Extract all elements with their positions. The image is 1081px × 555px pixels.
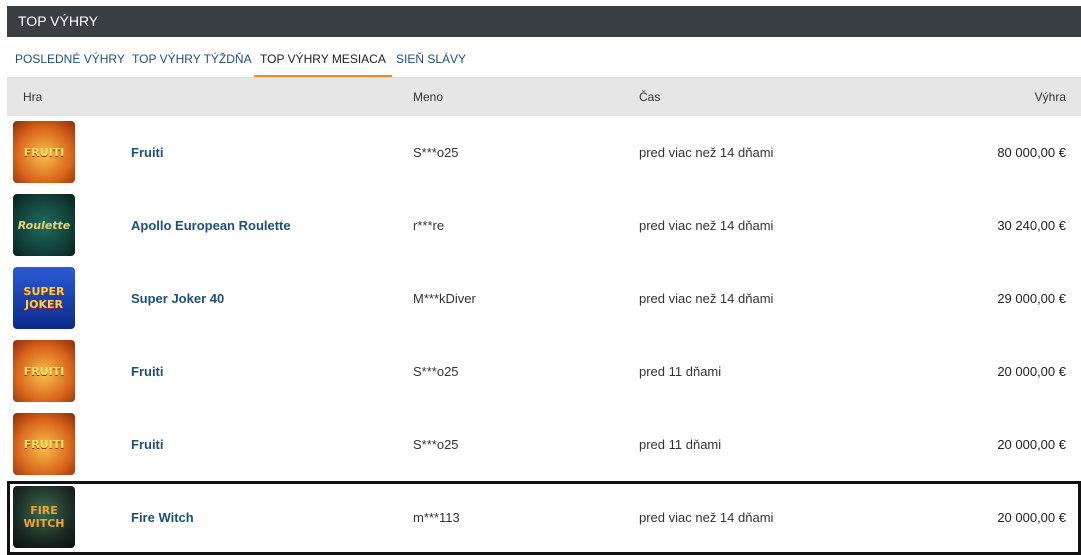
game-link[interactable]: Apollo European Roulette [131, 189, 291, 262]
player-name: r***re [413, 218, 445, 233]
win-time: pred viac než 14 dňami [639, 510, 774, 525]
table-row[interactable]: FRUITI Fruiti S***o25 pred viac než 14 dňam… [7, 116, 1081, 190]
panel-title: TOP VÝHRY [18, 13, 99, 29]
win-amount: 20 000,00 € [997, 510, 1066, 525]
thumb-label: Roulette [17, 218, 71, 232]
tab-recent-wins[interactable]: POSLEDNÉ VÝHRY [15, 37, 125, 75]
fruiti-game-icon[interactable]: FRUITI [13, 413, 75, 475]
game-link[interactable]: Fruiti [131, 335, 164, 408]
game-link[interactable]: Fire Witch [131, 481, 194, 554]
tab-hall-of-fame[interactable]: SIEŇ SLÁVY [396, 37, 466, 75]
tab-bar: POSLEDNÉ VÝHRY TOP VÝHRY TÝŽDŇA TOP VÝHR… [7, 37, 1081, 78]
player-name: S***o25 [413, 364, 459, 379]
player-name: S***o25 [413, 437, 459, 452]
win-amount: 29 000,00 € [997, 291, 1066, 306]
top-wins-panel: TOP VÝHRY POSLEDNÉ VÝHRY TOP VÝHRY TÝŽDŇ… [7, 6, 1081, 555]
player-name: S***o25 [413, 145, 459, 160]
game-link[interactable]: Fruiti [131, 116, 164, 189]
roulette-game-icon[interactable]: Roulette [13, 194, 75, 256]
win-amount: 20 000,00 € [997, 364, 1066, 379]
win-time: pred 11 dňami [639, 437, 722, 452]
fruiti-game-icon[interactable]: FRUITI [13, 121, 75, 183]
fruiti-game-icon[interactable]: FRUITI [13, 340, 75, 402]
win-time: pred viac než 14 dňami [639, 218, 774, 233]
col-game: Hra [23, 90, 43, 104]
panel-header: TOP VÝHRY [7, 6, 1081, 37]
tab-week-top-wins[interactable]: TOP VÝHRY TÝŽDŇA [132, 37, 252, 75]
table-row[interactable]: FRUITI Fruiti S***o25 pred 11 dňami 20 000,0… [7, 408, 1081, 482]
win-amount: 80 000,00 € [997, 145, 1066, 160]
col-win: Výhra [1034, 90, 1066, 104]
tab-month-top-wins[interactable]: TOP VÝHRY MESIACA [254, 37, 392, 77]
win-amount: 20 000,00 € [997, 437, 1066, 452]
thumb-label: SUPER JOKER [23, 285, 65, 311]
thumb-label: FIRE WITCH [23, 504, 65, 530]
table-header: Hra Meno Čas Výhra [7, 78, 1081, 116]
win-time: pred viac než 14 dňami [639, 291, 774, 306]
thumb-label: FRUITI [23, 364, 65, 378]
player-name: m***113 [413, 510, 460, 525]
fire-witch-game-icon[interactable]: FIRE WITCH [13, 486, 75, 548]
table-row[interactable]: SUPER JOKER Super Joker 40 M***kDiver pred … [7, 262, 1081, 336]
thumb-label: FRUITI [23, 437, 65, 451]
win-amount: 30 240,00 € [997, 218, 1066, 233]
super-joker-game-icon[interactable]: SUPER JOKER [13, 267, 75, 329]
game-link[interactable]: Super Joker 40 [131, 262, 224, 335]
col-time: Čas [639, 90, 661, 104]
table-row[interactable]: FRUITI Fruiti S***o25 pred 11 dňami 20 000,0… [7, 335, 1081, 409]
table-row[interactable]: FIRE WITCH Fire Witch m***113 pred viac než… [7, 481, 1081, 555]
player-name: M***kDiver [413, 291, 476, 306]
win-time: pred 11 dňami [639, 364, 722, 379]
table-row[interactable]: Roulette Apollo European Roulette r***re pr… [7, 189, 1081, 263]
game-link[interactable]: Fruiti [131, 408, 164, 481]
col-name: Meno [413, 90, 444, 104]
win-time: pred viac než 14 dňami [639, 145, 774, 160]
thumb-label: FRUITI [23, 145, 65, 159]
